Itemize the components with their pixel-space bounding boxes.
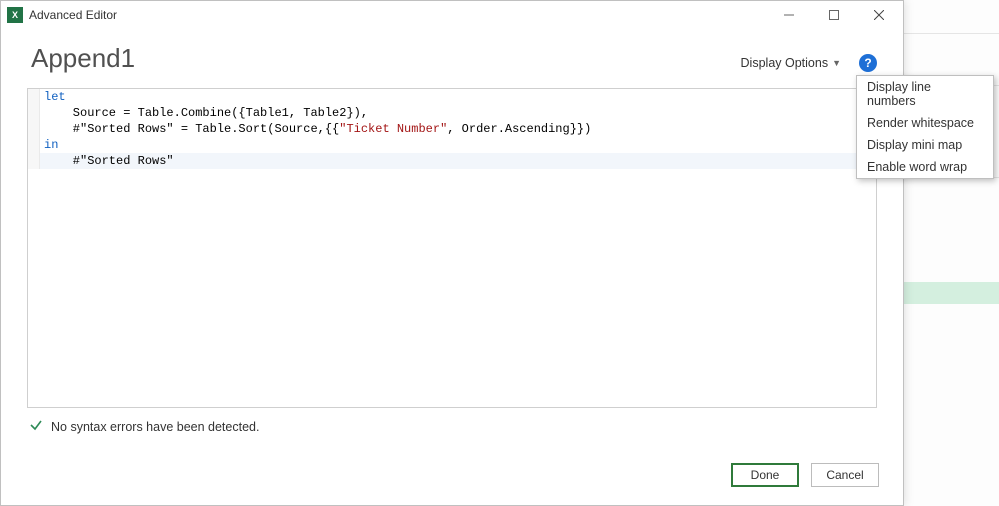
code-content[interactable]: in (40, 137, 876, 153)
help-icon[interactable]: ? (859, 54, 877, 72)
check-icon (29, 418, 43, 435)
display-options-item[interactable]: Display mini map (857, 134, 993, 156)
maximize-button[interactable] (811, 1, 856, 29)
code-line[interactable]: Source = Table.Combine({Table1, Table2})… (28, 105, 876, 121)
close-button[interactable] (856, 1, 901, 29)
advanced-editor-window: X Advanced Editor Append1 Display Option… (0, 0, 904, 506)
gutter (28, 105, 40, 121)
code-content[interactable]: #"Sorted Rows" = Table.Sort(Source,{{"Ti… (40, 121, 876, 137)
display-options-item[interactable]: Display line numbers (857, 76, 993, 112)
code-line[interactable]: #"Sorted Rows" (28, 153, 876, 169)
code-line[interactable]: #"Sorted Rows" = Table.Sort(Source,{{"Ti… (28, 121, 876, 137)
status-row: No syntax errors have been detected. (1, 408, 903, 435)
titlebar: X Advanced Editor (1, 1, 903, 29)
code-content[interactable]: Source = Table.Combine({Table1, Table2})… (40, 105, 876, 121)
display-options-menu: Display line numbersRender whitespaceDis… (856, 75, 994, 179)
done-button[interactable]: Done (731, 463, 799, 487)
code-editor[interactable]: let Source = Table.Combine({Table1, Tabl… (27, 88, 877, 408)
footer: Done Cancel (1, 449, 903, 505)
code-line[interactable]: let (28, 89, 876, 105)
code-content[interactable]: #"Sorted Rows" (40, 153, 876, 169)
gutter (28, 137, 40, 153)
excel-icon: X (7, 7, 23, 23)
status-message: No syntax errors have been detected. (51, 420, 259, 434)
cancel-button[interactable]: Cancel (811, 463, 879, 487)
display-options-item[interactable]: Enable word wrap (857, 156, 993, 178)
display-options-item[interactable]: Render whitespace (857, 112, 993, 134)
display-options-dropdown[interactable]: Display Options ▼ (737, 54, 845, 72)
header-row: Append1 Display Options ▼ ? (1, 29, 903, 88)
gutter (28, 153, 40, 169)
gutter (28, 121, 40, 137)
code-line[interactable]: in (28, 137, 876, 153)
chevron-down-icon: ▼ (832, 58, 841, 68)
background-highlight (904, 282, 999, 304)
gutter (28, 89, 40, 105)
display-options-label: Display Options (741, 56, 829, 70)
code-content[interactable]: let (40, 89, 876, 105)
page-title: Append1 (31, 43, 737, 74)
minimize-button[interactable] (766, 1, 811, 29)
window-title: Advanced Editor (29, 8, 766, 22)
